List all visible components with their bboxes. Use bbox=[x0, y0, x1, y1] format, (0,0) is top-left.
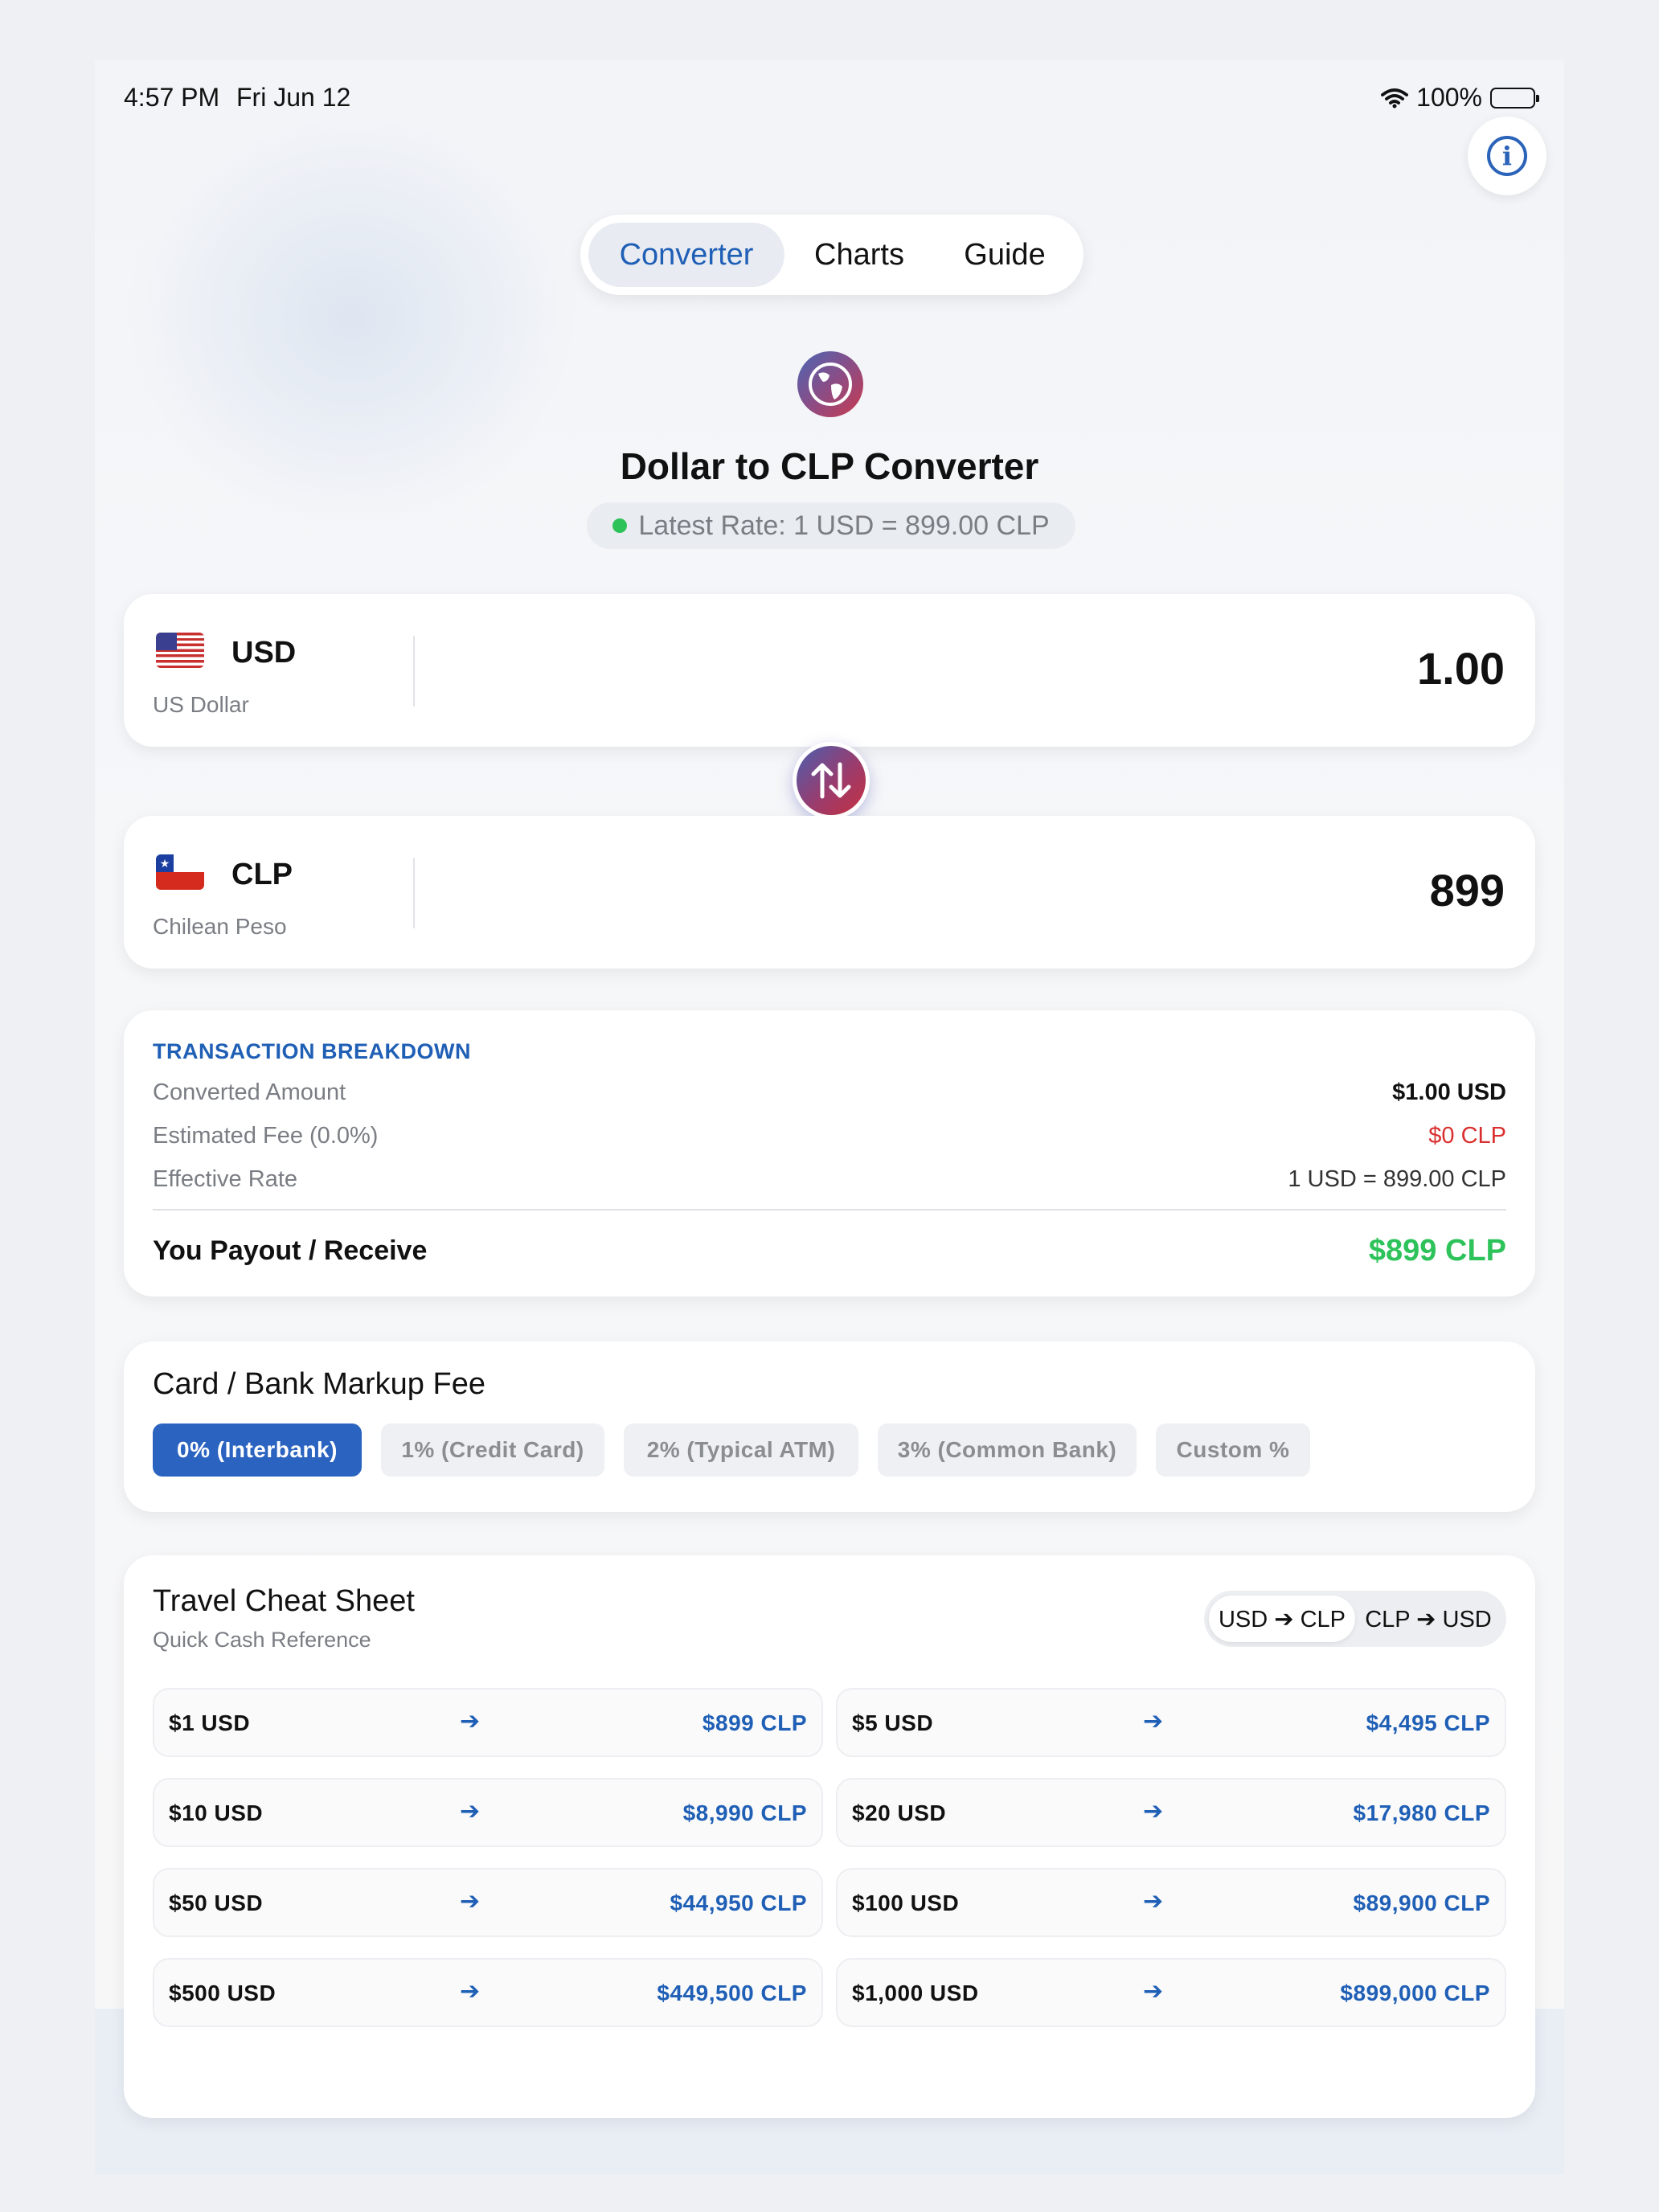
divider bbox=[413, 858, 415, 928]
rate-text: Latest Rate: 1 USD = 899.00 CLP bbox=[638, 510, 1050, 541]
app-screen: 4:57 PM Fri Jun 12 100% i Converter Char… bbox=[95, 60, 1564, 2174]
cheat-to: $8,990 CLP bbox=[682, 1800, 807, 1825]
breakdown-divider bbox=[153, 1209, 1506, 1210]
tab-converter[interactable]: Converter bbox=[588, 223, 784, 287]
to-currency-card[interactable]: ★ CLP Chilean Peso 899 bbox=[124, 816, 1535, 969]
cheat-to: $17,980 CLP bbox=[1353, 1800, 1490, 1825]
toggle-clp-to-usd[interactable]: CLP ➔ USD bbox=[1355, 1596, 1501, 1642]
cheat-to: $89,900 CLP bbox=[1353, 1890, 1490, 1915]
travel-cheat-sheet-card: Travel Cheat Sheet Quick Cash Reference … bbox=[124, 1555, 1535, 2118]
markup-chip-credit-card[interactable]: 1% (Credit Card) bbox=[381, 1423, 604, 1477]
status-right: 100% bbox=[1381, 83, 1539, 113]
cheat-sheet-row: $5 USD ➔ $4,495 CLP bbox=[836, 1688, 1506, 1757]
arrow-right-icon: ➔ bbox=[1143, 1888, 1164, 1915]
status-date: Fri Jun 12 bbox=[236, 83, 351, 112]
cheat-sheet-row: $20 USD ➔ $17,980 CLP bbox=[836, 1778, 1506, 1847]
total-value: $899 CLP bbox=[1368, 1234, 1506, 1268]
rate-badge: Latest Rate: 1 USD = 899.00 CLP bbox=[587, 502, 1075, 549]
markup-chip-typical-atm[interactable]: 2% (Typical ATM) bbox=[624, 1423, 858, 1477]
breakdown-value: 1 USD = 899.00 CLP bbox=[1288, 1166, 1506, 1192]
divider bbox=[413, 636, 415, 707]
cheat-sheet-row: $1,000 USD ➔ $899,000 CLP bbox=[836, 1958, 1506, 2027]
markup-title: Card / Bank Markup Fee bbox=[153, 1367, 485, 1401]
tab-guide[interactable]: Guide bbox=[934, 223, 1075, 287]
breakdown-value: $0 CLP bbox=[1428, 1123, 1506, 1149]
arrow-right-icon: ➔ bbox=[460, 1978, 481, 2005]
to-currency-name: Chilean Peso bbox=[153, 914, 287, 939]
from-currency-name: US Dollar bbox=[153, 692, 249, 717]
breakdown-row-converted: Converted Amount $1.00 USD bbox=[153, 1079, 1506, 1106]
status-time: 4:57 PM bbox=[124, 83, 220, 112]
cheat-from: $100 USD bbox=[852, 1890, 960, 1915]
status-bar: 4:57 PM Fri Jun 12 100% bbox=[124, 75, 1539, 123]
cheat-sheet-row: $100 USD ➔ $89,900 CLP bbox=[836, 1868, 1506, 1937]
swap-arrows-icon bbox=[811, 762, 851, 799]
breakdown-label: Effective Rate bbox=[153, 1166, 298, 1192]
cheat-from: $1 USD bbox=[169, 1710, 251, 1735]
cheat-to: $899,000 CLP bbox=[1340, 1981, 1490, 2005]
arrow-right-icon: ➔ bbox=[460, 1798, 481, 1825]
info-icon: i bbox=[1487, 136, 1527, 176]
cheat-from: $20 USD bbox=[852, 1800, 947, 1825]
wifi-icon bbox=[1381, 88, 1409, 108]
markup-chip-custom[interactable]: Custom % bbox=[1156, 1423, 1310, 1477]
transaction-breakdown-card: TRANSACTION BREAKDOWN Converted Amount $… bbox=[124, 1010, 1535, 1296]
cheat-to: $449,500 CLP bbox=[657, 1981, 807, 2005]
cheat-sheet-row: $50 USD ➔ $44,950 CLP bbox=[153, 1868, 823, 1937]
from-amount-input[interactable]: 1.00 bbox=[1417, 642, 1505, 694]
toggle-usd-to-clp[interactable]: USD ➔ CLP bbox=[1209, 1596, 1355, 1642]
from-currency-code: USD bbox=[231, 636, 297, 670]
from-currency-card[interactable]: USD US Dollar 1.00 bbox=[124, 594, 1535, 747]
tab-charts[interactable]: Charts bbox=[784, 223, 934, 287]
live-status-dot bbox=[612, 518, 628, 533]
cheat-from: $500 USD bbox=[169, 1981, 276, 2005]
to-currency-code: CLP bbox=[231, 858, 293, 891]
breakdown-row-rate: Effective Rate 1 USD = 899.00 CLP bbox=[153, 1166, 1506, 1193]
cheat-to: $4,495 CLP bbox=[1366, 1710, 1490, 1735]
arrow-right-icon: ➔ bbox=[460, 1888, 481, 1915]
to-amount-output[interactable]: 899 bbox=[1430, 864, 1505, 916]
breakdown-row-fee: Estimated Fee (0.0%) $0 CLP bbox=[153, 1123, 1506, 1149]
breakdown-value: $1.00 USD bbox=[1392, 1079, 1506, 1105]
tab-bar: Converter Charts Guide bbox=[580, 215, 1083, 295]
markup-chip-interbank[interactable]: 0% (Interbank) bbox=[153, 1423, 362, 1477]
cheat-from: $5 USD bbox=[852, 1710, 934, 1735]
cheat-to: $899 CLP bbox=[702, 1710, 807, 1735]
arrow-right-icon: ➔ bbox=[460, 1708, 481, 1735]
swap-currencies-button[interactable] bbox=[793, 742, 870, 819]
arrow-right-icon: ➔ bbox=[1143, 1978, 1164, 2005]
cheat-to: $44,950 CLP bbox=[670, 1890, 807, 1915]
cheat-sheet-row: $10 USD ➔ $8,990 CLP bbox=[153, 1778, 823, 1847]
page-title: Dollar to CLP Converter bbox=[620, 445, 1039, 487]
direction-toggle: USD ➔ CLP CLP ➔ USD bbox=[1204, 1591, 1506, 1647]
cheat-from: $1,000 USD bbox=[852, 1981, 979, 2005]
battery-icon bbox=[1490, 87, 1539, 109]
breakdown-total: You Payout / Receive $899 CLP bbox=[153, 1234, 1506, 1268]
markup-options: 0% (Interbank) 1% (Credit Card) 2% (Typi… bbox=[153, 1423, 1310, 1477]
arrow-right-icon: ➔ bbox=[1143, 1708, 1164, 1735]
breakdown-label: Converted Amount bbox=[153, 1079, 346, 1105]
breakdown-label: Estimated Fee (0.0%) bbox=[153, 1123, 379, 1149]
chile-flag-icon: ★ bbox=[156, 854, 204, 890]
markup-chip-common-bank[interactable]: 3% (Common Bank) bbox=[878, 1423, 1137, 1477]
battery-percent: 100% bbox=[1416, 83, 1482, 112]
arrow-right-icon: ➔ bbox=[1143, 1798, 1164, 1825]
markup-fee-card: Card / Bank Markup Fee 0% (Interbank) 1%… bbox=[124, 1342, 1535, 1512]
cheat-sheet-row: $500 USD ➔ $449,500 CLP bbox=[153, 1958, 823, 2027]
cheat-sheet-title: Travel Cheat Sheet bbox=[153, 1584, 415, 1618]
cheat-from: $10 USD bbox=[169, 1800, 264, 1825]
globe-icon bbox=[797, 351, 863, 417]
us-flag-icon bbox=[156, 633, 204, 668]
total-label: You Payout / Receive bbox=[153, 1235, 428, 1266]
cheat-sheet-row: $1 USD ➔ $899 CLP bbox=[153, 1688, 823, 1757]
cheat-from: $50 USD bbox=[169, 1890, 264, 1915]
breakdown-heading: TRANSACTION BREAKDOWN bbox=[153, 1039, 471, 1063]
info-button[interactable]: i bbox=[1468, 117, 1546, 195]
cheat-sheet-subtitle: Quick Cash Reference bbox=[153, 1628, 371, 1652]
